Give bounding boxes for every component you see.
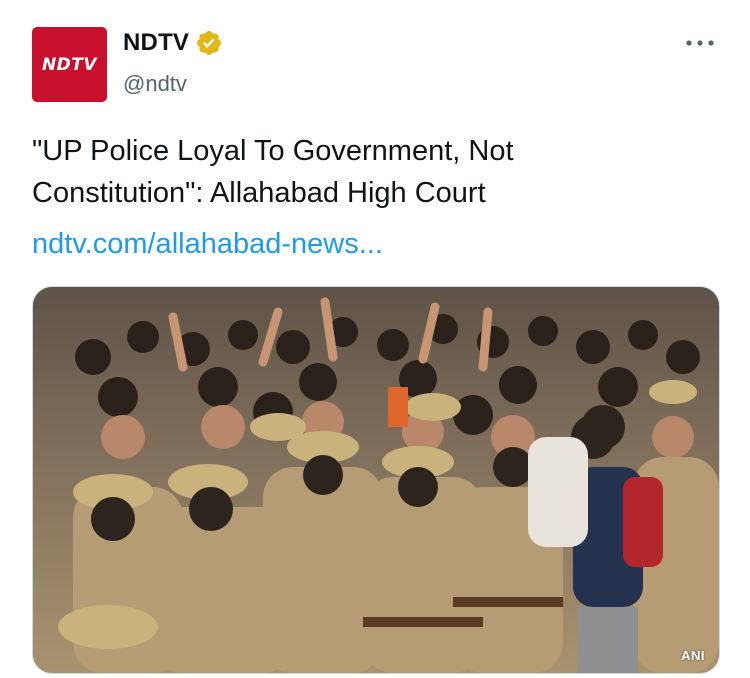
avatar-logo-text: NDTV <box>41 54 98 75</box>
more-horizontal-icon <box>686 40 714 46</box>
verified-badge-icon <box>197 31 222 55</box>
tweet-media-image[interactable]: ANI <box>32 286 720 674</box>
crowd-photo <box>33 287 719 673</box>
tweet-text: "UP Police Loyal To Government, Not Cons… <box>32 135 514 209</box>
media-watermark: ANI <box>681 648 705 663</box>
name-row: NDTV <box>123 29 223 57</box>
more-options-button[interactable] <box>684 33 716 53</box>
tweet-header: NDTV NDTV @ndtv <box>32 27 720 103</box>
display-name[interactable]: NDTV <box>123 29 189 57</box>
account-handle[interactable]: @ndtv <box>123 71 187 97</box>
avatar[interactable]: NDTV <box>32 27 107 102</box>
article-link[interactable]: ndtv.com/allahabad-news... <box>32 223 383 265</box>
